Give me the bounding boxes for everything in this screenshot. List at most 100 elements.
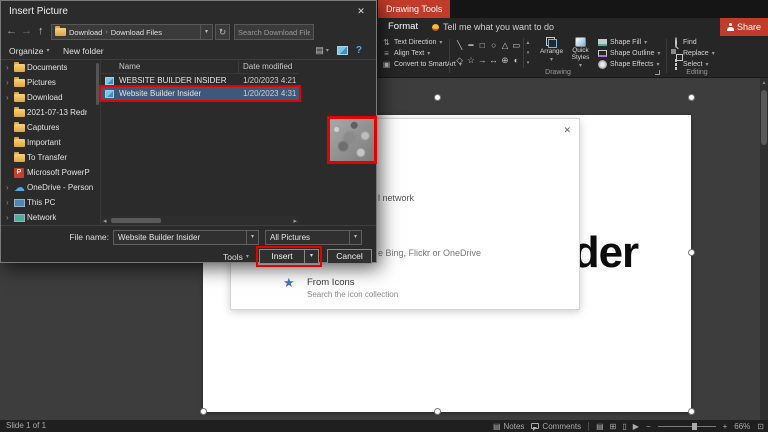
column-header-date[interactable]: Date modified (243, 62, 292, 71)
shape-gallery-scrollbar[interactable]: ▲ ▾ ▾ (523, 38, 532, 68)
replace-button[interactable]: Replace ▾ (671, 48, 715, 59)
file-row[interactable]: Website Builder Insider1/20/2023 4:31 (101, 87, 299, 100)
zoom-slider[interactable] (658, 422, 716, 431)
selection-handle[interactable] (688, 94, 695, 101)
change-view-button[interactable]: ▤ ▾ (315, 45, 329, 56)
shape-glyph[interactable]: ↔ (488, 53, 499, 68)
new-folder-button[interactable]: New folder (63, 42, 104, 59)
text-direction-button[interactable]: ⇅ Text Direction ▾ (382, 37, 442, 48)
column-divider[interactable] (238, 61, 239, 73)
shape-outline-button[interactable]: Shape Outline ▾ (598, 48, 660, 59)
selection-handle[interactable] (688, 249, 695, 256)
dialog-close-button[interactable]: ✕ (346, 1, 376, 22)
search-input[interactable] (234, 24, 314, 40)
sidebar-item-network[interactable]: ›Network (1, 210, 99, 225)
selection-handle[interactable] (434, 408, 441, 415)
shape-glyph[interactable]: ━ (465, 38, 476, 53)
shape-fill-button[interactable]: Shape Fill ▾ (598, 37, 647, 48)
back-button[interactable]: ← (6, 25, 17, 37)
shape-glyph[interactable]: △ (499, 38, 510, 53)
tab-format[interactable]: Format (382, 18, 424, 36)
dropdown-icon[interactable]: ▾ (246, 231, 258, 244)
share-button[interactable]: Share (720, 18, 768, 36)
organize-button[interactable]: Organize ▾ (9, 42, 50, 59)
shape-glyph[interactable]: ╲ (454, 38, 465, 53)
shape-glyph[interactable]: ☆ (465, 53, 476, 68)
sidebar-item-this-pc[interactable]: ›This PC (1, 195, 99, 210)
address-bar[interactable]: Download›Download Files ▾ (51, 24, 213, 40)
zoom-level[interactable]: 66% (734, 422, 750, 431)
sidebar-item-important[interactable]: Important (1, 135, 99, 150)
sidebar-item-microsoft-powerp[interactable]: PMicrosoft PowerP (1, 165, 99, 180)
file-type-select[interactable]: All Pictures ▾ (265, 230, 362, 245)
normal-view-icon[interactable]: ▤ (596, 422, 604, 431)
find-button[interactable]: Find (671, 37, 697, 48)
refresh-button[interactable]: ↻ (215, 24, 230, 40)
preview-thumbnail[interactable] (330, 119, 374, 161)
dialog-launcher-icon[interactable] (655, 70, 660, 75)
scrollbar-thumb[interactable] (761, 90, 767, 145)
sidebar-item-onedrive-person[interactable]: ›☁OneDrive - Person (1, 180, 99, 195)
fit-to-window-icon[interactable]: ⊡ (757, 422, 764, 431)
horizontal-scrollbar[interactable]: ◂ ▸ (101, 216, 299, 225)
tools-button[interactable]: Tools ▾ (223, 249, 249, 264)
shape-glyph[interactable]: ◐ (511, 53, 522, 68)
shape-glyph[interactable]: → (477, 53, 488, 68)
scroll-down-icon[interactable]: ▾ (527, 50, 530, 56)
zoom-out-button[interactable]: − (646, 422, 651, 431)
up-button[interactable]: ↑ (38, 25, 44, 37)
sidebar-item-download[interactable]: ›Download (1, 90, 99, 105)
column-header-name[interactable]: Name (119, 62, 140, 71)
more-shapes-icon[interactable]: ▾ (527, 60, 530, 66)
sidebar-item-pictures[interactable]: ›Pictures (1, 75, 99, 90)
from-icons-option[interactable]: From Icons (307, 277, 355, 288)
scroll-left-icon[interactable]: ◂ (103, 217, 107, 225)
slide-sorter-view-icon[interactable]: ⊞ (610, 422, 617, 431)
insert-dropdown-icon[interactable]: ▾ (304, 250, 318, 263)
align-text-button[interactable]: ≡ Align Text ▾ (382, 48, 430, 59)
selection-handle[interactable] (434, 94, 441, 101)
quick-styles-button[interactable]: Quick Styles ▾ (567, 37, 594, 69)
file-name: WEBSITE BUILDER INSIDER (119, 76, 227, 85)
slideshow-view-icon[interactable]: ▶ (633, 422, 639, 431)
sidebar-item-2021-07-13-redr[interactable]: 2021-07-13 Redr (1, 105, 99, 120)
sidebar-scrollbar[interactable] (96, 63, 99, 105)
scroll-right-icon[interactable]: ▸ (293, 217, 297, 225)
quick-styles-icon (575, 37, 586, 47)
preview-pane-icon[interactable] (337, 46, 348, 55)
scroll-up-icon[interactable]: ▲ (526, 40, 531, 46)
scrollbar-thumb[interactable] (111, 218, 161, 223)
selection-handle[interactable] (688, 408, 695, 415)
address-dropdown-icon[interactable]: ▾ (200, 25, 212, 39)
sidebar-item-to-transfer[interactable]: To Transfer (1, 150, 99, 165)
arrange-button[interactable]: Arrange ▾ (538, 37, 565, 69)
shape-glyph[interactable]: ⊕ (499, 53, 510, 68)
shape-glyph[interactable]: □ (477, 38, 488, 53)
cancel-button[interactable]: Cancel (327, 249, 372, 264)
file-name-input[interactable]: Website Builder Insider ▾ (113, 230, 259, 245)
shape-glyph[interactable]: ○ (488, 38, 499, 53)
file-row[interactable]: WEBSITE BUILDER INSIDER1/20/2023 4:21 (101, 74, 299, 87)
dropdown-icon[interactable]: ▾ (349, 231, 361, 244)
flyout-close-icon[interactable]: ✕ (563, 125, 571, 136)
smartart-icon: ▣ (382, 60, 391, 69)
sidebar-item-documents[interactable]: ›Documents (1, 60, 99, 75)
notes-button[interactable]: ▤ Notes (493, 422, 524, 431)
shape-glyph[interactable]: ◇ (454, 53, 465, 68)
selection-handle[interactable] (200, 408, 207, 415)
insert-button[interactable]: Insert ▾ (259, 249, 319, 264)
vertical-scrollbar[interactable]: ▲ (760, 78, 768, 420)
tell-me-box[interactable]: Tell me what you want to do (432, 18, 554, 36)
comments-button[interactable]: Comments (531, 422, 581, 431)
help-button[interactable]: ? (356, 45, 362, 56)
forward-button[interactable]: → (21, 25, 32, 37)
breadcrumb-item[interactable]: Download (69, 28, 102, 37)
drawing-tools-contextual-tab[interactable]: Drawing Tools (378, 0, 450, 18)
zoom-slider-thumb[interactable] (692, 423, 697, 430)
breadcrumb-item[interactable]: Download Files (111, 28, 162, 37)
scroll-up-icon[interactable]: ▲ (760, 78, 768, 88)
shape-glyph[interactable]: ▭ (511, 38, 522, 53)
reading-view-icon[interactable]: ▯ (622, 422, 626, 431)
sidebar-item-captures[interactable]: Captures (1, 120, 99, 135)
zoom-in-button[interactable]: + (723, 422, 728, 431)
